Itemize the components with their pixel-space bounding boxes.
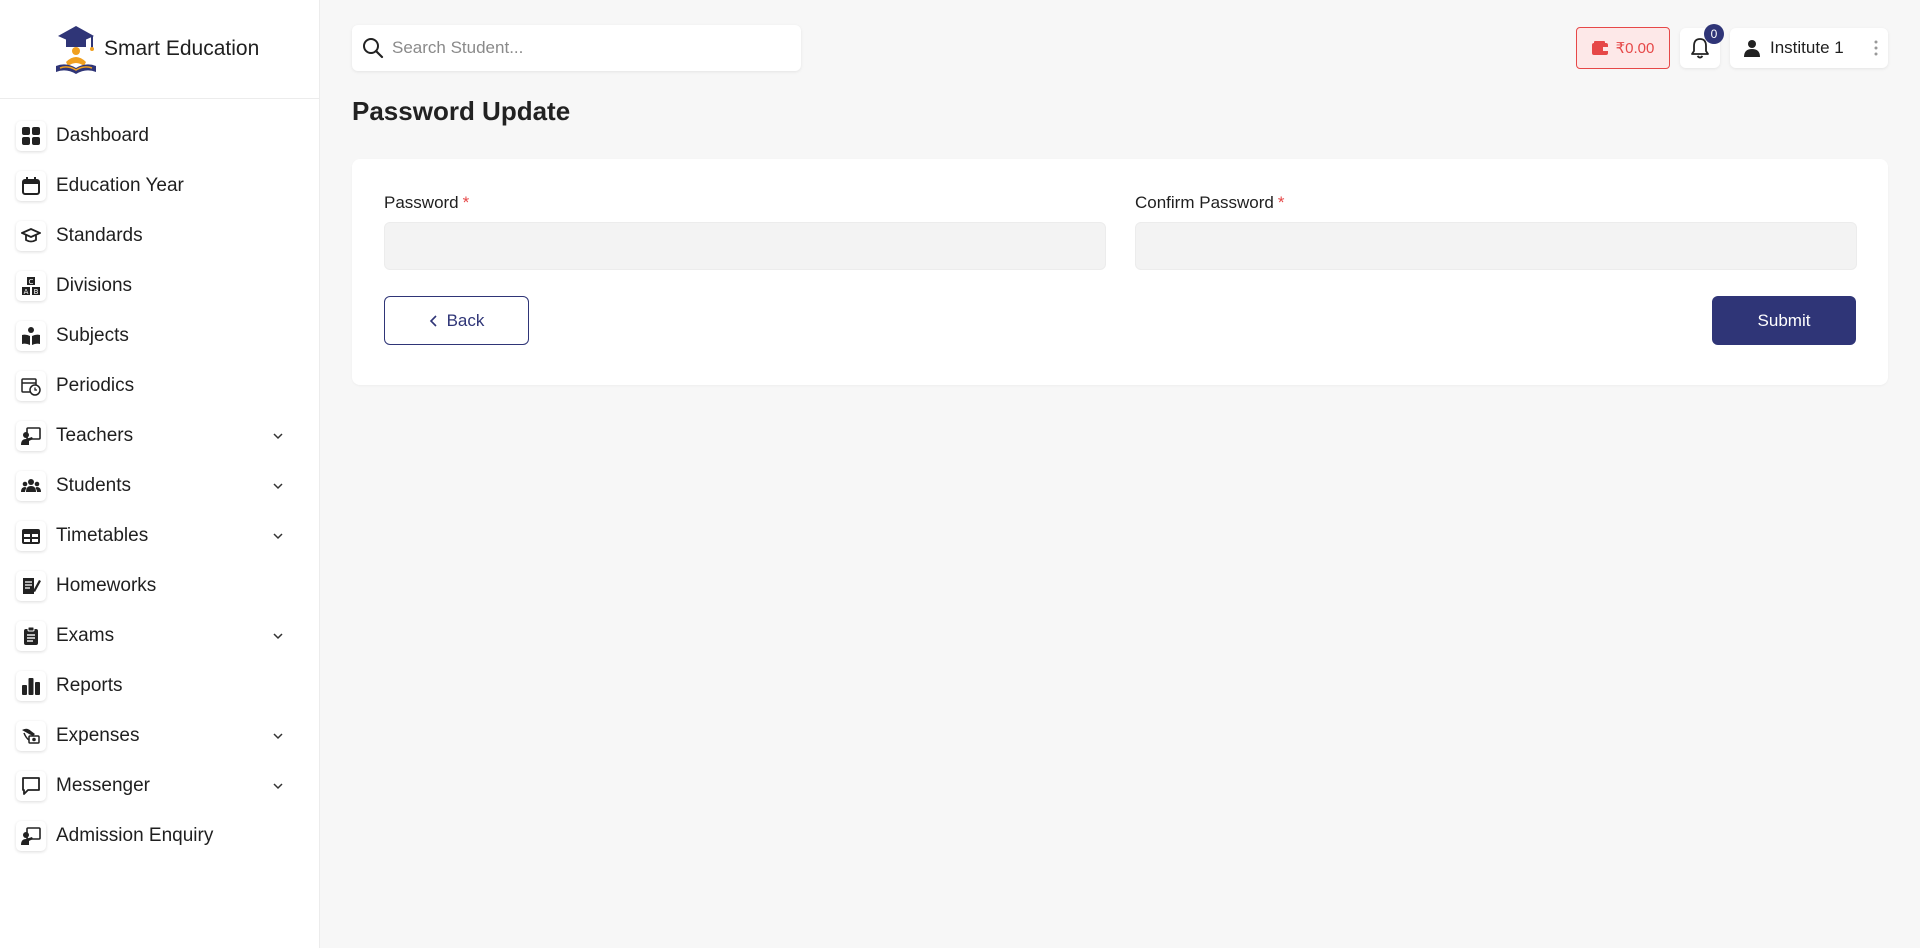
- sidebar-item-label: Education Year: [56, 175, 184, 196]
- wallet-icon: [1591, 41, 1608, 55]
- users-group-icon: [16, 471, 46, 501]
- sidebar-item-label: Standards: [56, 225, 143, 246]
- brand-name: Smart Education: [104, 37, 260, 60]
- user-icon: [1744, 40, 1760, 57]
- calendar-clock-icon: [16, 371, 46, 401]
- sidebar-item-label: Homeworks: [56, 575, 157, 596]
- sidebar-item-homeworks[interactable]: Homeworks: [0, 561, 319, 611]
- search-bar[interactable]: [352, 25, 801, 71]
- chat-bubble-icon: [16, 771, 46, 801]
- calendar-icon: [16, 171, 46, 201]
- search-icon: [363, 38, 384, 59]
- sidebar-item-label: Exams: [56, 625, 115, 646]
- required-mark: *: [1277, 193, 1285, 212]
- teacher-board-icon: [16, 821, 46, 851]
- sidebar-item-label: Admission Enquiry: [56, 825, 214, 846]
- sidebar-item-standards[interactable]: Standards: [0, 211, 319, 261]
- sidebar-item-timetables[interactable]: Timetables: [0, 511, 319, 561]
- chevron-down-icon[interactable]: [271, 729, 285, 743]
- sidebar-item-divisions[interactable]: CAB Divisions: [0, 261, 319, 311]
- password-label: Password *: [384, 193, 1106, 213]
- required-mark: *: [462, 193, 470, 212]
- chevron-down-icon[interactable]: [271, 779, 285, 793]
- confirm-password-label-text: Confirm Password: [1135, 193, 1274, 212]
- chevron-down-icon[interactable]: [271, 479, 285, 493]
- pen-document-icon: [16, 571, 46, 601]
- notifications-button[interactable]: 0: [1680, 24, 1724, 68]
- chevron-down-icon[interactable]: [271, 629, 285, 643]
- book-reader-icon: [16, 321, 46, 351]
- sidebar: Smart Education Dashboard Education Year…: [0, 0, 320, 948]
- sidebar-item-subjects[interactable]: Subjects: [0, 311, 319, 361]
- sidebar-item-expenses[interactable]: Expenses: [0, 711, 319, 761]
- sidebar-item-admission-enquiry[interactable]: Admission Enquiry: [0, 811, 319, 861]
- hand-money-icon: [16, 721, 46, 751]
- submit-button[interactable]: Submit: [1712, 296, 1856, 345]
- confirm-password-field-group: Confirm Password *: [1135, 193, 1857, 270]
- chevron-down-icon[interactable]: [271, 429, 285, 443]
- svg-text:C: C: [29, 278, 34, 286]
- sidebar-item-label: Subjects: [56, 325, 129, 346]
- notification-count-badge: 0: [1704, 24, 1724, 44]
- sidebar-item-dashboard[interactable]: Dashboard: [0, 111, 319, 161]
- clipboard-list-icon: [16, 621, 46, 651]
- back-button-label: Back: [446, 310, 485, 330]
- wallet-amount: ₹0.00: [1615, 40, 1655, 57]
- sidebar-item-exams[interactable]: Exams: [0, 611, 319, 661]
- dashboard-grid-icon: [16, 121, 46, 151]
- sidebar-item-label: Students: [56, 475, 131, 496]
- sidebar-item-students[interactable]: Students: [0, 461, 319, 511]
- sidebar-item-label: Reports: [56, 675, 123, 696]
- confirm-password-input[interactable]: [1135, 222, 1857, 270]
- sidebar-item-label: Expenses: [56, 725, 140, 746]
- graduation-cap-icon: [16, 221, 46, 251]
- sidebar-item-education-year[interactable]: Education Year: [0, 161, 319, 211]
- user-name: Institute 1: [1770, 38, 1844, 57]
- page-title: Password Update: [352, 96, 571, 126]
- user-menu[interactable]: Institute 1: [1730, 28, 1888, 68]
- brand[interactable]: Smart Education: [0, 0, 319, 99]
- sidebar-item-messenger[interactable]: Messenger: [0, 761, 319, 811]
- more-vertical-icon[interactable]: [1864, 40, 1888, 56]
- chevron-down-icon[interactable]: [271, 529, 285, 543]
- sidebar-nav: Dashboard Education Year Standards CAB D…: [0, 99, 319, 861]
- password-form-card: Password * Confirm Password * Back Submit: [352, 159, 1888, 385]
- sidebar-item-label: Divisions: [56, 275, 133, 296]
- chevron-left-icon: [429, 314, 437, 327]
- sidebar-item-label: Periodics: [56, 375, 135, 396]
- search-input[interactable]: [392, 38, 772, 58]
- teacher-board-icon: [16, 421, 46, 451]
- confirm-password-label: Confirm Password *: [1135, 193, 1857, 213]
- password-label-text: Password: [384, 193, 459, 212]
- back-button[interactable]: Back: [384, 296, 529, 345]
- sidebar-item-label: Teachers: [56, 425, 134, 446]
- svg-text:B: B: [34, 288, 39, 296]
- wallet-balance-button[interactable]: ₹0.00: [1576, 27, 1670, 69]
- table-icon: [16, 521, 46, 551]
- sidebar-item-label: Dashboard: [56, 125, 149, 146]
- password-field-group: Password *: [384, 193, 1106, 270]
- sidebar-item-teachers[interactable]: Teachers: [0, 411, 319, 461]
- sidebar-item-periodics[interactable]: Periodics: [0, 361, 319, 411]
- sidebar-item-label: Messenger: [56, 775, 150, 796]
- sidebar-item-reports[interactable]: Reports: [0, 661, 319, 711]
- abc-blocks-icon: CAB: [16, 271, 46, 301]
- bar-chart-icon: [16, 671, 46, 701]
- sidebar-item-label: Timetables: [56, 525, 149, 546]
- logo-icon: [56, 26, 96, 74]
- svg-text:A: A: [24, 288, 29, 296]
- password-input[interactable]: [384, 222, 1106, 270]
